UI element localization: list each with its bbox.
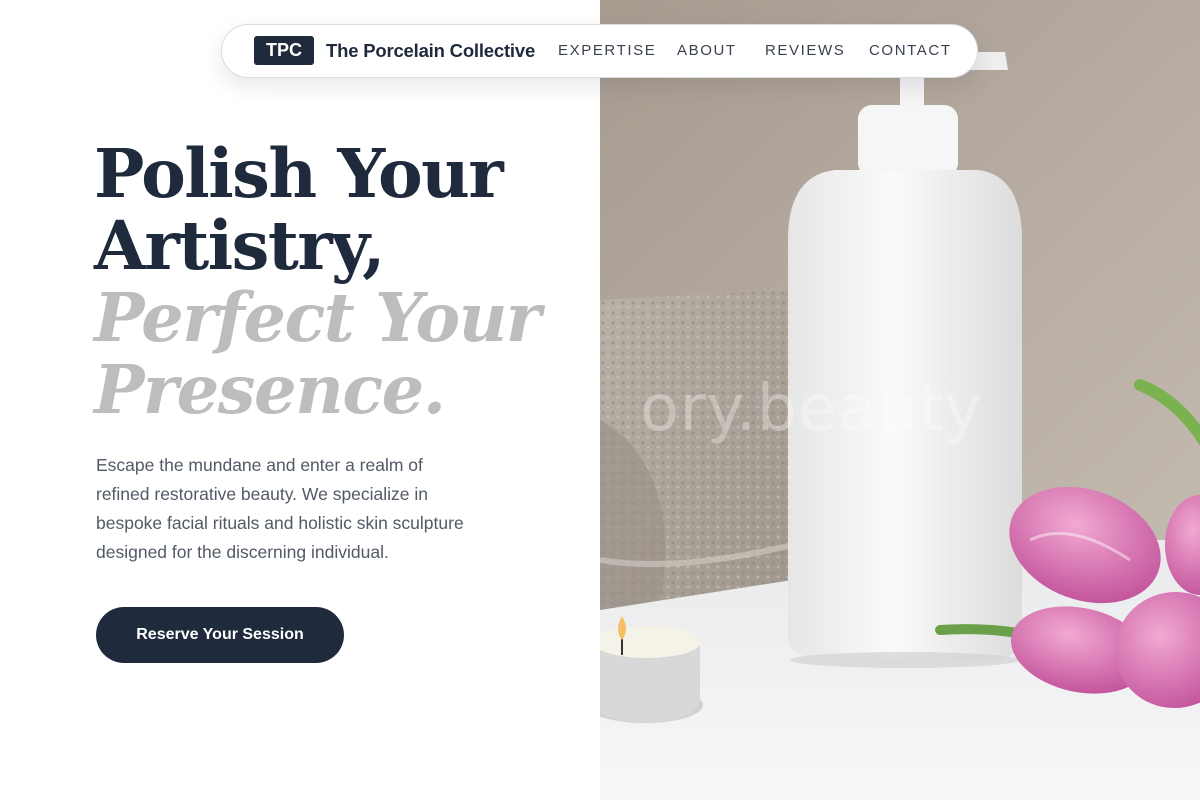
nav-link-expertise[interactable]: EXPERTISE: [558, 42, 656, 59]
logo-badge[interactable]: TPC: [254, 36, 314, 65]
headline-line-3: Perfect Your: [94, 278, 541, 357]
hero-headline: Polish Your Artistry, Perfect Your Prese…: [94, 138, 564, 426]
hero-image: [600, 0, 1200, 800]
headline-line-2: Artistry,: [94, 206, 386, 285]
reserve-session-button[interactable]: Reserve Your Session: [96, 607, 344, 663]
intro-line-2: refined restorative beauty. We specializ…: [96, 484, 429, 504]
top-navigation: TPC The Porcelain Collective EXPERTISE A…: [221, 24, 978, 78]
brand-name[interactable]: The Porcelain Collective: [326, 40, 535, 62]
headline-line-1: Polish Your: [94, 134, 504, 213]
headline-line-4: Presence.: [94, 350, 446, 429]
tealight-shape: [600, 616, 703, 723]
towel-shape: [600, 290, 793, 610]
nav-link-about[interactable]: ABOUT: [677, 42, 737, 59]
hero-text-column: Polish Your Artistry, Perfect Your Prese…: [0, 0, 600, 800]
intro-line-3: bespoke facial rituals and holistic skin…: [96, 513, 464, 533]
hero-intro-paragraph: Escape the mundane and enter a realm of …: [96, 451, 526, 567]
nav-link-reviews[interactable]: REVIEWS: [765, 42, 845, 59]
nav-link-contact[interactable]: CONTACT: [869, 42, 952, 59]
spa-still-life-illustration: [600, 0, 1200, 800]
intro-line-4: designed for the discerning individual.: [96, 542, 389, 562]
intro-line-1: Escape the mundane and enter a realm of: [96, 455, 423, 475]
